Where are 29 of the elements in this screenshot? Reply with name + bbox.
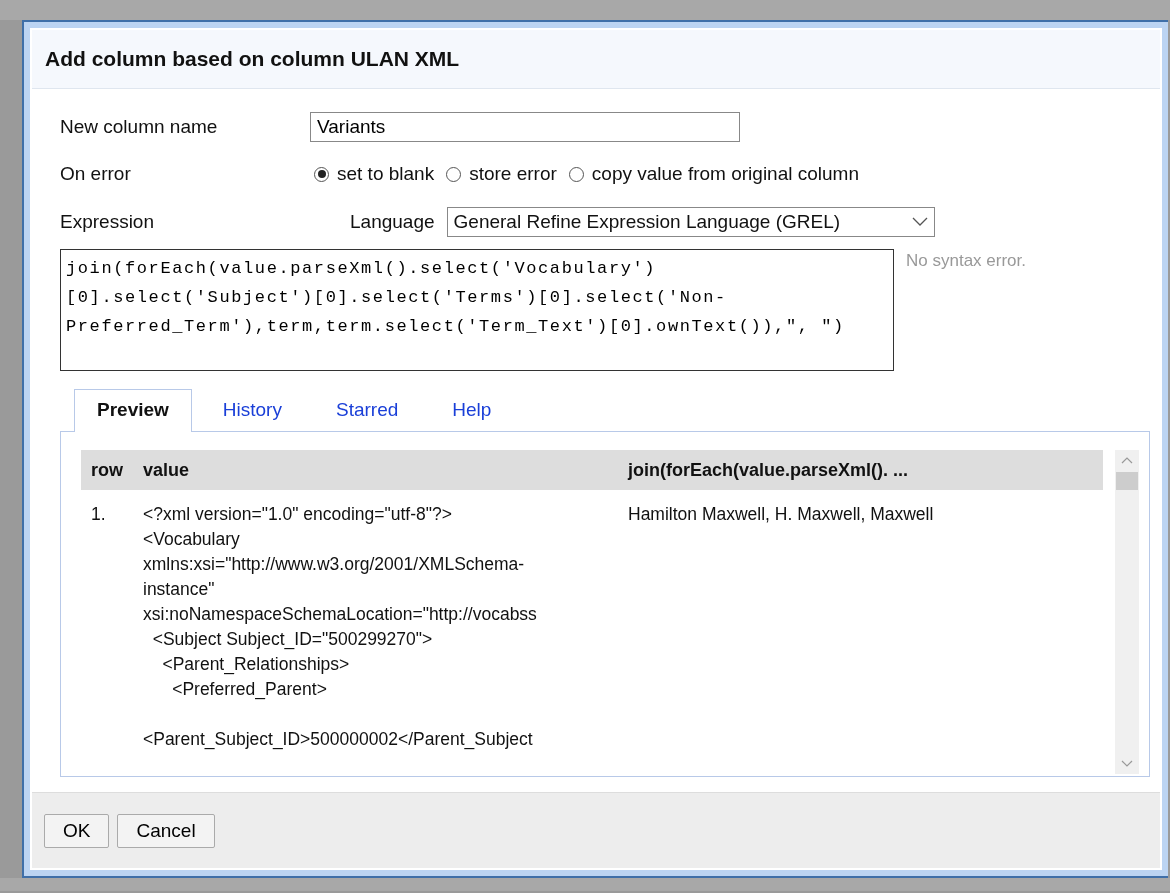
expression-field[interactable]: join(forEach(value.parseXml().select('Vocabulary')[0].select('Subject')[0].select('Terms')[0].select('Non-Preferred_Term'),term,term.select('Term_Text')[0].ownText()),", ") bbox=[60, 249, 894, 371]
table-cell-text: Hamilton Maxwell, H. Maxwell, Maxwell bbox=[628, 503, 935, 526]
table-cell-text: 1. bbox=[90, 503, 107, 526]
language-dropdown[interactable]: General Refine Expression Language (GREL) bbox=[446, 206, 935, 237]
field-label: On error bbox=[60, 163, 132, 185]
chevron-down-icon bbox=[911, 216, 928, 227]
tab[interactable]: History bbox=[199, 389, 305, 431]
column-header: row bbox=[90, 459, 124, 481]
field-label: Expression bbox=[60, 210, 155, 233]
table-cell-text: <?xml version="1.0" encoding="utf-8"?> <Vocabulary xmlns:xsi="http://www.w3.org/2001/XMLSchema- instance" xsi:noNamespaceSchemaLocation="http://vocabss <Subject Subject_ID="500299270"> <Parent_Relationships> <Preferred_Parent> <Parent_Subject_ID>500000002</Parent_Subject bbox=[143, 503, 538, 752]
radio-label[interactable]: set to blank bbox=[337, 163, 435, 185]
scroll-up-icon[interactable] bbox=[1121, 456, 1133, 464]
scrollbar-thumb[interactable] bbox=[1116, 472, 1138, 490]
dialog-button[interactable]: OK bbox=[44, 813, 110, 848]
language-label: Language bbox=[350, 210, 435, 233]
syntax-status: No syntax error. bbox=[906, 251, 1026, 271]
tab[interactable]: Preview bbox=[74, 389, 192, 432]
tab[interactable]: Help bbox=[429, 389, 515, 431]
column-name-field[interactable]: Variants bbox=[310, 111, 740, 142]
field-label: New column name bbox=[60, 115, 219, 138]
tab[interactable]: Starred bbox=[312, 389, 422, 431]
scrollbar[interactable] bbox=[1115, 450, 1139, 774]
radio-label[interactable]: store error bbox=[469, 163, 557, 185]
dialog-title: Add column based on column ULAN XML bbox=[32, 30, 1160, 89]
scroll-down-icon[interactable] bbox=[1121, 760, 1133, 768]
column-header: value bbox=[143, 459, 191, 481]
column-header: join(forEach(value.parseXml(). ... bbox=[628, 459, 910, 481]
radio-label[interactable]: copy value from original column bbox=[591, 163, 859, 185]
dialog-button[interactable]: Cancel bbox=[117, 813, 215, 848]
